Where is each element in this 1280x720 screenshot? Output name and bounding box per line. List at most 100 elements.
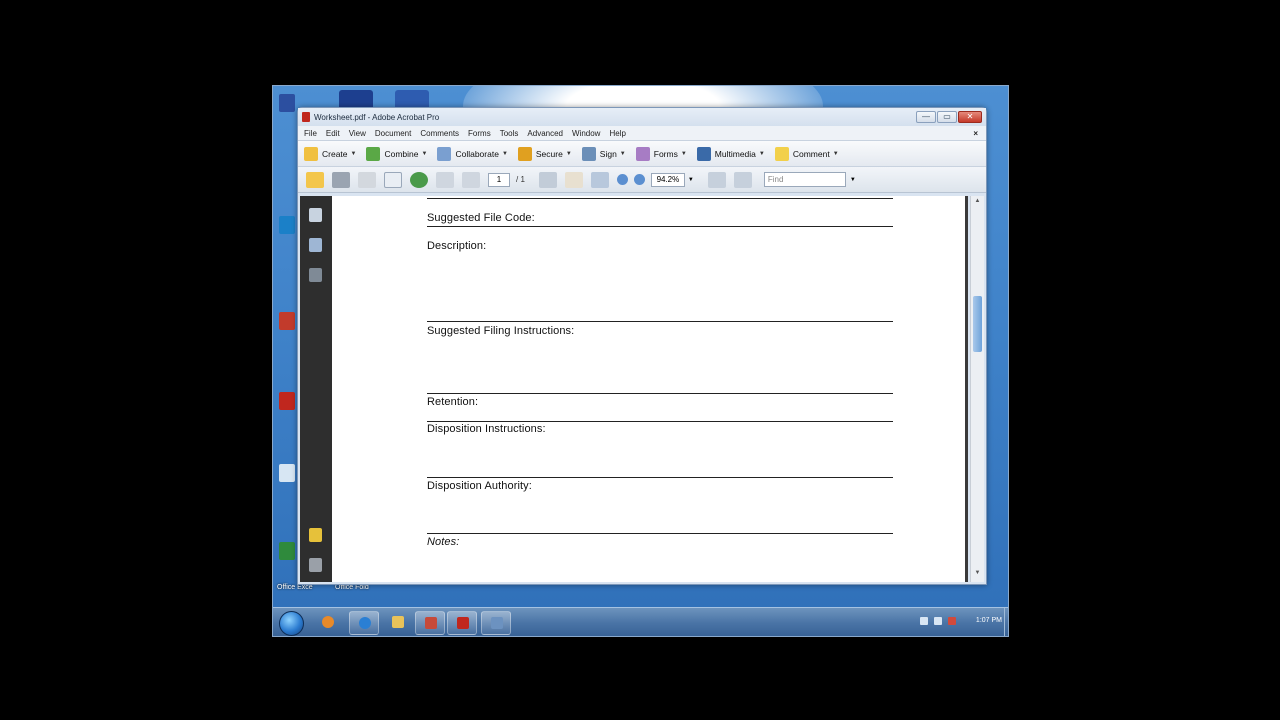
next-page-icon[interactable] xyxy=(462,171,480,188)
print-icon[interactable] xyxy=(332,171,350,188)
forms-label: Forms xyxy=(653,148,678,159)
menu-file[interactable]: File xyxy=(304,129,317,138)
comment-label: Comment xyxy=(792,148,830,159)
secure-button[interactable]: Secure ▼ xyxy=(517,146,572,161)
document-content: Suggested File Code: Description: Sugges… xyxy=(298,196,986,584)
menu-comments[interactable]: Comments xyxy=(420,129,459,138)
field-label: Description: xyxy=(427,240,487,252)
chevron-down-icon: ▼ xyxy=(565,150,572,157)
menu-tools[interactable]: Tools xyxy=(500,129,519,138)
attachment-icon[interactable] xyxy=(309,558,322,572)
field-label: Retention: xyxy=(427,396,479,408)
field-label: Notes: xyxy=(427,536,460,548)
taskbar-acrobat-button[interactable] xyxy=(447,611,477,635)
taskbar-app-button[interactable] xyxy=(383,611,413,635)
collaborate-button[interactable]: Collaborate ▼ xyxy=(437,146,508,161)
full-screen-icon[interactable] xyxy=(733,171,752,188)
chevron-down-icon[interactable]: ▼ xyxy=(688,177,694,183)
desktop-icon-label: Office Exce xyxy=(277,584,313,591)
previous-page-icon[interactable] xyxy=(436,171,454,188)
menu-advanced[interactable]: Advanced xyxy=(527,129,563,138)
taskbar-app-button[interactable] xyxy=(349,611,379,635)
title-bar[interactable]: Worksheet.pdf - Adobe Acrobat Pro — ▭ ✕ xyxy=(298,108,986,126)
hand-tool-icon[interactable] xyxy=(564,171,583,188)
comments-icon[interactable] xyxy=(309,528,322,542)
folder-icon xyxy=(392,616,404,628)
menu-document[interactable]: Document xyxy=(375,129,411,138)
field-rule xyxy=(427,198,893,199)
window-title: Worksheet.pdf - Adobe Acrobat Pro xyxy=(314,112,440,122)
acrobat-desktop-icon[interactable] xyxy=(279,392,299,410)
combine-button[interactable]: Combine ▼ xyxy=(366,146,428,161)
chevron-down-icon: ▼ xyxy=(758,150,765,157)
fit-page-icon[interactable] xyxy=(707,171,726,188)
desktop-icon-label: Office Fold xyxy=(335,584,369,591)
task-toolbar: Create ▼ Combine ▼ Collaborate ▼ Secure ▼ Si… xyxy=(298,140,986,167)
zoom-in-icon[interactable] xyxy=(633,174,645,185)
menu-view[interactable]: View xyxy=(349,129,366,138)
combine-icon xyxy=(366,146,381,161)
scroll-up-icon[interactable]: ▲ xyxy=(973,198,982,207)
acrobat-window: Worksheet.pdf - Adobe Acrobat Pro — ▭ ✕ … xyxy=(297,107,987,585)
taskbar-app-button[interactable] xyxy=(415,611,445,635)
chevron-down-icon[interactable]: ▼ xyxy=(850,177,856,183)
comment-button[interactable]: Comment ▼ xyxy=(774,146,839,161)
close-button[interactable]: ✕ xyxy=(958,111,982,123)
zoom-out-icon[interactable] xyxy=(616,174,628,185)
pages-icon[interactable] xyxy=(309,208,322,222)
menu-help[interactable]: Help xyxy=(609,129,625,138)
field-label: Suggested Filing Instructions: xyxy=(427,325,575,337)
menu-window[interactable]: Window xyxy=(572,129,600,138)
multimedia-button[interactable]: Multimedia ▼ xyxy=(696,146,765,161)
field-rule xyxy=(427,226,893,227)
web-icon[interactable] xyxy=(410,171,428,188)
desktop-icon[interactable] xyxy=(279,312,299,330)
zoom-level-input[interactable]: 94.2% xyxy=(650,172,685,187)
show-desktop-button[interactable] xyxy=(1004,608,1008,636)
form-icon xyxy=(635,146,650,161)
page-number-input[interactable]: 1 xyxy=(488,172,510,187)
find-input[interactable]: Find xyxy=(763,172,846,187)
field-rule xyxy=(427,321,893,322)
zoom-tool-icon[interactable] xyxy=(590,171,609,188)
email-icon[interactable] xyxy=(384,171,402,188)
pdf-page[interactable]: Suggested File Code: Description: Sugges… xyxy=(332,196,968,582)
desktop-icon[interactable] xyxy=(279,94,299,112)
combine-label: Combine xyxy=(384,148,419,159)
chevron-down-icon: ▼ xyxy=(501,150,508,157)
chevron-down-icon: ▼ xyxy=(421,150,428,157)
menu-edit[interactable]: Edit xyxy=(326,129,340,138)
create-button[interactable]: Create ▼ xyxy=(304,146,356,161)
navigation-pane xyxy=(300,196,332,582)
forms-button[interactable]: Forms ▼ xyxy=(635,146,687,161)
desktop: Office Exce Office Fold Worksheet.pdf - … xyxy=(272,85,1009,637)
secure-label: Secure xyxy=(535,148,563,159)
open-folder-icon[interactable] xyxy=(306,171,324,188)
excel-desktop-icon[interactable] xyxy=(279,542,299,560)
menu-forms[interactable]: Forms xyxy=(468,129,491,138)
taskbar-app-button[interactable] xyxy=(313,611,343,635)
desktop-icon[interactable] xyxy=(279,216,299,234)
scrollbar-thumb[interactable] xyxy=(973,296,982,352)
clock[interactable]: 1:07 PM xyxy=(976,617,1002,624)
signatures-icon[interactable] xyxy=(309,268,322,282)
bookmarks-icon[interactable] xyxy=(309,238,322,252)
minimize-button[interactable]: — xyxy=(916,111,936,123)
maximize-button[interactable]: ▭ xyxy=(937,111,957,123)
firefox-icon xyxy=(322,616,334,628)
show-hidden-icons-icon[interactable] xyxy=(920,617,928,625)
select-text-icon[interactable] xyxy=(538,171,557,188)
network-icon[interactable] xyxy=(934,617,942,625)
volume-icon[interactable] xyxy=(948,617,956,625)
taskbar-app-button[interactable] xyxy=(481,611,511,635)
document-close-button[interactable]: × xyxy=(973,129,978,138)
scroll-down-icon[interactable]: ▼ xyxy=(973,570,982,579)
sign-button[interactable]: Sign ▼ xyxy=(581,146,626,161)
save-icon[interactable] xyxy=(358,171,376,188)
collaborate-label: Collaborate xyxy=(455,148,499,159)
pdf-icon xyxy=(302,112,310,122)
start-button[interactable] xyxy=(279,611,304,636)
desktop-icon[interactable] xyxy=(279,464,299,482)
collaborate-icon xyxy=(437,146,452,161)
vertical-scrollbar[interactable]: ▲ ▼ xyxy=(970,196,984,582)
